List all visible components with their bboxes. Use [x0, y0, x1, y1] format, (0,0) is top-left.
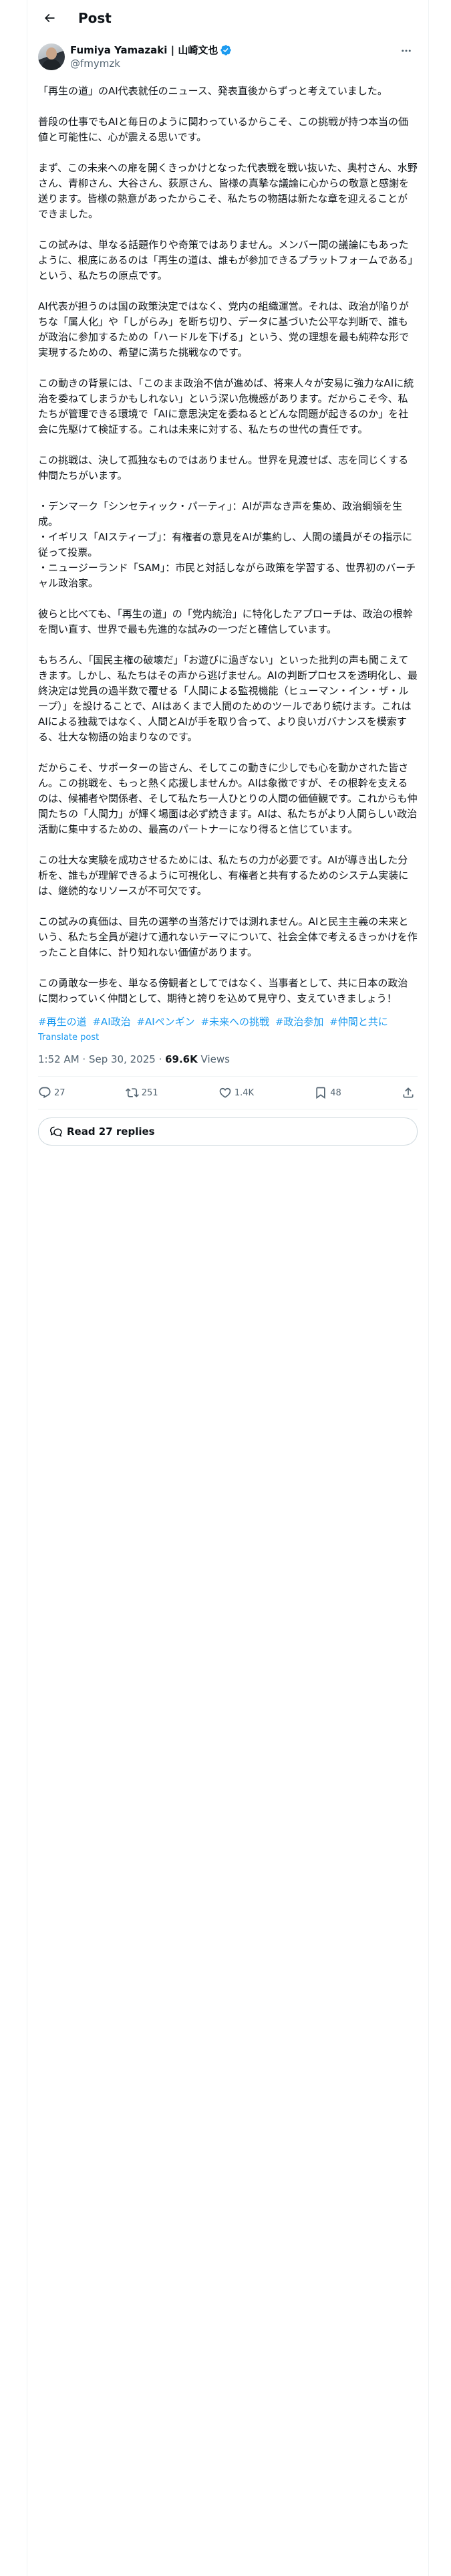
- hashtag-link[interactable]: #再生の道: [38, 1016, 87, 1028]
- heart-icon: [219, 1087, 231, 1098]
- reply-count: 27: [54, 1087, 65, 1098]
- repost-icon: [125, 1088, 139, 1097]
- arrow-left-icon: [44, 13, 55, 22]
- post-paragraph: この試みの真価は、目先の選挙の当落だけでは測れません。AIと民主主義の未来という…: [38, 916, 418, 958]
- chat-bubbles-icon: [49, 1126, 62, 1137]
- share-icon: [403, 1087, 414, 1098]
- post-timestamp[interactable]: 1:52 AM · Sep 30, 2025 ·: [38, 1053, 165, 1065]
- post-body: 「再生の道」のAI代表就任のニュース、発表直後からずっと考えていました。 普段の…: [27, 76, 428, 1006]
- page-title: Post: [78, 9, 112, 26]
- post-paragraph: この壮大な実験を成功させるためには、私たちの力が必要です。AIが導き出した分析を…: [38, 854, 409, 897]
- author-row: Fumiya Yamazaki | 山崎文也 @fmymzk: [27, 35, 428, 76]
- bookmark-icon: [316, 1087, 325, 1099]
- post-paragraph: まず、この未来への扉を開くきっかけとなった代表戦を戦い抜いた、奥村さん、水野さん…: [38, 162, 418, 220]
- post-paragraph: この挑戦は、決して孤独なものではありません。世界を見渡せば、志を同じくする仲間た…: [38, 454, 409, 481]
- bookmark-button[interactable]: 48: [314, 1086, 341, 1099]
- post-paragraph: だからこそ、サポーターの皆さん、そしてこの動きに少しでも心を動かされた皆さん。こ…: [38, 762, 418, 835]
- verified-badge-icon: [220, 45, 232, 56]
- views-count: 69.6K: [165, 1053, 198, 1065]
- author-handle[interactable]: @fmymzk: [70, 57, 395, 70]
- post-meta: 1:52 AM · Sep 30, 2025 · 69.6K Views: [38, 1043, 418, 1077]
- back-button[interactable]: [38, 7, 61, 29]
- more-horizontal-icon: [402, 49, 411, 52]
- author-name[interactable]: Fumiya Yamazaki | 山崎文也: [70, 43, 218, 57]
- hashtag-link[interactable]: #AIペンギン: [136, 1016, 194, 1028]
- like-button[interactable]: 1.4K: [218, 1086, 254, 1099]
- hashtag-link[interactable]: #仲間と共に: [329, 1016, 388, 1028]
- post-paragraph: この動きの背景には、「このまま政治不信が進めば、将来人々が安易に強力なAIに統治…: [38, 377, 414, 435]
- hashtag-link[interactable]: #未来への挑戦: [200, 1016, 269, 1028]
- translate-post-link[interactable]: Translate post: [27, 1030, 428, 1043]
- repost-count: 251: [141, 1087, 158, 1098]
- more-options-button[interactable]: [395, 39, 418, 62]
- hashtag-link[interactable]: #政治参加: [275, 1016, 324, 1028]
- read-replies-label: Read 27 replies: [67, 1125, 155, 1138]
- post-paragraph: 「再生の道」のAI代表就任のニュース、発表直後からずっと考えていました。: [38, 85, 388, 97]
- views-label: Views: [197, 1053, 230, 1065]
- hashtag-list: #再生の道 #AI政治 #AIペンギン #未来への挑戦 #政治参加 #仲間と共に: [27, 1006, 428, 1030]
- reply-button[interactable]: 27: [38, 1086, 65, 1099]
- author-name-line: Fumiya Yamazaki | 山崎文也: [70, 43, 395, 57]
- read-replies-button[interactable]: Read 27 replies: [38, 1117, 418, 1146]
- post-paragraph: この試みは、単なる話題作りや奇策ではありません。メンバー間の議論にもあったように…: [38, 239, 414, 282]
- post-paragraph: AI代表が担うのは国の政策決定ではなく、党内の組織運営。それは、政治が陥りがちな…: [38, 300, 410, 358]
- post-paragraph: この勇敢な一歩を、単なる傍観者としてではなく、当事者として、共に日本の政治に関わ…: [38, 977, 408, 1004]
- post-paragraph: ・デンマーク「シンセティック・パーティ」：AIが声なき声を集め、政治綱領を生成。…: [38, 500, 416, 589]
- top-bar: Post: [27, 0, 428, 35]
- like-count: 1.4K: [234, 1087, 255, 1098]
- author-info: Fumiya Yamazaki | 山崎文也 @fmymzk: [70, 43, 395, 70]
- post-paragraph: 彼らと比べても、「再生の道」の「党内統治」に特化したアプローチは、政治の根幹を問…: [38, 608, 413, 635]
- action-bar: 27 251 1.4K 48: [38, 1077, 418, 1109]
- post-column: Post Fumiya Yamazaki | 山崎文也 @fmymzk 「再生の…: [27, 0, 429, 2576]
- avatar[interactable]: [38, 43, 65, 70]
- repost-button[interactable]: 251: [125, 1086, 158, 1099]
- hashtag-link[interactable]: #AI政治: [92, 1016, 130, 1028]
- post-paragraph: もちろん、「国民主権の破壊だ」「お遊びに過ぎない」といった批判の声も聞こえてきま…: [38, 654, 418, 743]
- share-button[interactable]: [402, 1086, 418, 1099]
- reply-icon: [39, 1087, 51, 1099]
- post-paragraph: 普段の仕事でもAIと毎日のように関わっているからこそ、この挑戦が持つ本当の価値と…: [38, 116, 408, 143]
- bookmark-count: 48: [330, 1087, 341, 1098]
